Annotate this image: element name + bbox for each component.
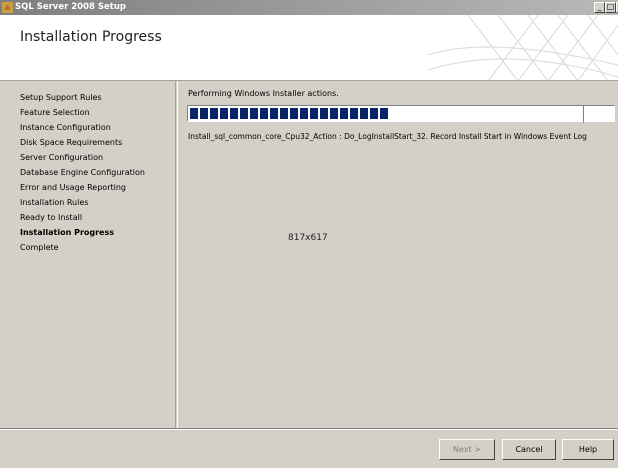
main-panel: Performing Windows Installer actions. In… <box>177 81 618 428</box>
sql-server-icon <box>2 2 13 13</box>
page-header: Installation Progress <box>0 15 618 81</box>
footer-bar: Next > Cancel Help <box>0 428 618 468</box>
next-button[interactable]: Next > <box>439 439 495 460</box>
nav-item-disk-space-requirements[interactable]: Disk Space Requirements <box>0 135 175 150</box>
progress-divider <box>583 106 584 123</box>
window-title: SQL Server 2008 Setup <box>15 2 126 12</box>
nav-item-instance-configuration[interactable]: Instance Configuration <box>0 120 175 135</box>
nav-item-ready-to-install[interactable]: Ready to Install <box>0 210 175 225</box>
cancel-button[interactable]: Cancel <box>502 439 556 460</box>
setup-window: SQL Server 2008 Setup _ □ x Installation… <box>0 0 618 468</box>
minimize-button[interactable]: _ <box>594 2 605 13</box>
nav-item-installation-rules[interactable]: Installation Rules <box>0 195 175 210</box>
maximize-button[interactable]: □ <box>605 2 616 13</box>
nav-item-setup-support-rules[interactable]: Setup Support Rules <box>0 90 175 105</box>
nav-item-complete[interactable]: Complete <box>0 240 175 255</box>
setup-steps-nav: Setup Support Rules Feature Selection In… <box>0 81 176 428</box>
nav-item-installation-progress[interactable]: Installation Progress <box>0 225 175 240</box>
nav-item-database-engine-configuration[interactable]: Database Engine Configuration <box>0 165 175 180</box>
help-button[interactable]: Help <box>562 439 614 460</box>
title-bar[interactable]: SQL Server 2008 Setup _ □ x <box>0 0 618 15</box>
page-title: Installation Progress <box>20 29 162 45</box>
status-text: Performing Windows Installer actions. <box>188 89 339 98</box>
action-detail-text: Install_sql_common_core_Cpu32_Action : D… <box>188 132 587 141</box>
header-decoration <box>428 15 618 80</box>
progress-bar <box>187 105 615 123</box>
dimension-label: 817x617 <box>288 233 328 243</box>
progress-fill <box>190 108 389 119</box>
nav-item-server-configuration[interactable]: Server Configuration <box>0 150 175 165</box>
nav-item-feature-selection[interactable]: Feature Selection <box>0 105 175 120</box>
nav-item-error-usage-reporting[interactable]: Error and Usage Reporting <box>0 180 175 195</box>
progress-track <box>190 106 612 123</box>
